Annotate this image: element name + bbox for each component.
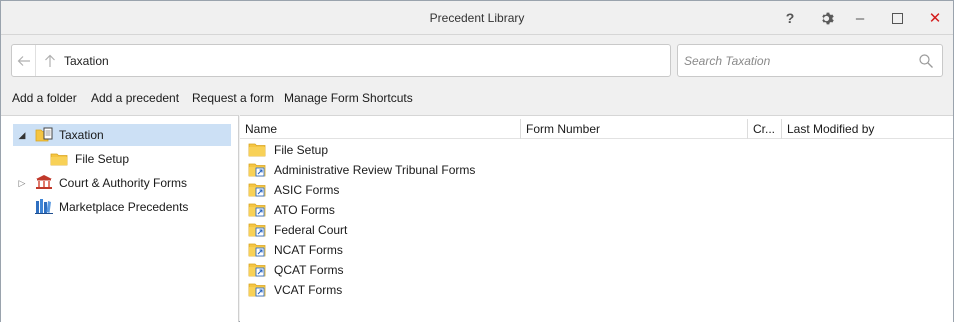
tree-item-file-setup[interactable]: File Setup bbox=[13, 148, 231, 170]
list-item-ato-forms[interactable]: ATO Forms bbox=[240, 200, 953, 220]
search-input[interactable] bbox=[684, 52, 914, 70]
folder-shortcut-icon bbox=[248, 243, 266, 257]
list-item-name: QCAT Forms bbox=[274, 263, 344, 277]
title-bar: Precedent Library ? – ✕ bbox=[1, 1, 953, 35]
search-box[interactable] bbox=[677, 44, 943, 77]
list-item-administrative-review-tribunal-forms[interactable]: Administrative Review Tribunal Forms bbox=[240, 160, 953, 180]
list-item-vcat-forms[interactable]: VCAT Forms bbox=[240, 280, 953, 300]
folder-icon bbox=[50, 153, 68, 166]
list-item-name: Administrative Review Tribunal Forms bbox=[274, 163, 476, 177]
list-item-name: ASIC Forms bbox=[274, 183, 340, 197]
tree-item-label: Marketplace Precedents bbox=[59, 200, 189, 214]
folder-tree: ◢ Taxation File Setup ▷ Court & Authorit… bbox=[1, 115, 239, 322]
list-item-federal-court[interactable]: Federal Court bbox=[240, 220, 953, 240]
list-item-file-setup[interactable]: File Setup bbox=[240, 140, 953, 160]
list-item-qcat-forms[interactable]: QCAT Forms bbox=[240, 260, 953, 280]
window-title: Precedent Library bbox=[429, 11, 525, 25]
gear-icon bbox=[821, 12, 834, 24]
help-button[interactable]: ? bbox=[777, 7, 803, 29]
back-button[interactable] bbox=[12, 45, 36, 76]
folder-shortcut-icon bbox=[248, 263, 266, 277]
tree-item-court-authority-forms[interactable]: ▷ Court & Authority Forms bbox=[13, 172, 231, 194]
list-item-name: NCAT Forms bbox=[274, 243, 343, 257]
folder-shortcut-icon bbox=[248, 183, 266, 197]
column-header-form-number[interactable]: Form Number bbox=[521, 119, 748, 139]
list-item-name: ATO Forms bbox=[274, 203, 335, 217]
close-icon: ✕ bbox=[928, 10, 942, 27]
column-header-last-modified-by[interactable]: Last Modified by bbox=[782, 119, 953, 139]
action-toolbar: Add a folder Add a precedent Request a f… bbox=[1, 89, 953, 109]
list-header: Name Form Number Cr... Last Modified by bbox=[240, 119, 953, 139]
address-path[interactable]: Taxation bbox=[64, 54, 109, 68]
expand-arrow-icon[interactable]: ▷ bbox=[16, 177, 28, 189]
tree-item-label: Court & Authority Forms bbox=[59, 176, 188, 190]
search-icon[interactable] bbox=[918, 53, 934, 69]
tree-item-label: Taxation bbox=[59, 128, 104, 142]
courthouse-icon bbox=[36, 175, 52, 189]
collapse-arrow-icon[interactable]: ◢ bbox=[16, 129, 28, 141]
column-header-name[interactable]: Name bbox=[240, 119, 521, 139]
request-form-link[interactable]: Request a form bbox=[192, 91, 274, 105]
folder-shortcut-icon bbox=[248, 203, 266, 217]
folder-shortcut-icon bbox=[248, 283, 266, 297]
precedent-library-window: Precedent Library ? – ✕ Taxation Add a f… bbox=[0, 0, 954, 322]
tree-item-label: File Setup bbox=[75, 152, 130, 166]
settings-button[interactable] bbox=[813, 7, 839, 29]
minimize-button[interactable]: – bbox=[847, 7, 873, 29]
maximize-button[interactable] bbox=[884, 7, 910, 29]
help-icon: ? bbox=[785, 10, 795, 26]
folder-shortcut-icon bbox=[248, 223, 266, 237]
list-item-name: File Setup bbox=[274, 143, 329, 157]
tree-item-taxation[interactable]: ◢ Taxation bbox=[13, 124, 231, 146]
up-button[interactable] bbox=[40, 45, 60, 76]
list-item-ncat-forms[interactable]: NCAT Forms bbox=[240, 240, 953, 260]
folder-document-icon bbox=[35, 127, 53, 142]
maximize-icon bbox=[891, 12, 903, 24]
minimize-icon: – bbox=[855, 9, 865, 27]
folder-icon bbox=[248, 143, 266, 157]
up-arrow-icon bbox=[45, 54, 55, 67]
precedent-list: Name Form Number Cr... Last Modified by … bbox=[240, 115, 953, 322]
list-item-name: VCAT Forms bbox=[274, 283, 343, 297]
manage-form-shortcuts-link[interactable]: Manage Form Shortcuts bbox=[284, 91, 413, 105]
add-precedent-link[interactable]: Add a precedent bbox=[91, 91, 179, 105]
column-header-created[interactable]: Cr... bbox=[748, 119, 782, 139]
close-button[interactable]: ✕ bbox=[922, 7, 948, 29]
folder-shortcut-icon bbox=[248, 163, 266, 177]
address-bar[interactable]: Taxation bbox=[11, 44, 671, 77]
list-item-name: Federal Court bbox=[274, 223, 348, 237]
books-icon bbox=[35, 199, 53, 214]
list-item-asic-forms[interactable]: ASIC Forms bbox=[240, 180, 953, 200]
tree-item-marketplace-precedents[interactable]: Marketplace Precedents bbox=[13, 196, 231, 218]
add-folder-link[interactable]: Add a folder bbox=[12, 91, 77, 105]
back-arrow-icon bbox=[17, 55, 30, 66]
